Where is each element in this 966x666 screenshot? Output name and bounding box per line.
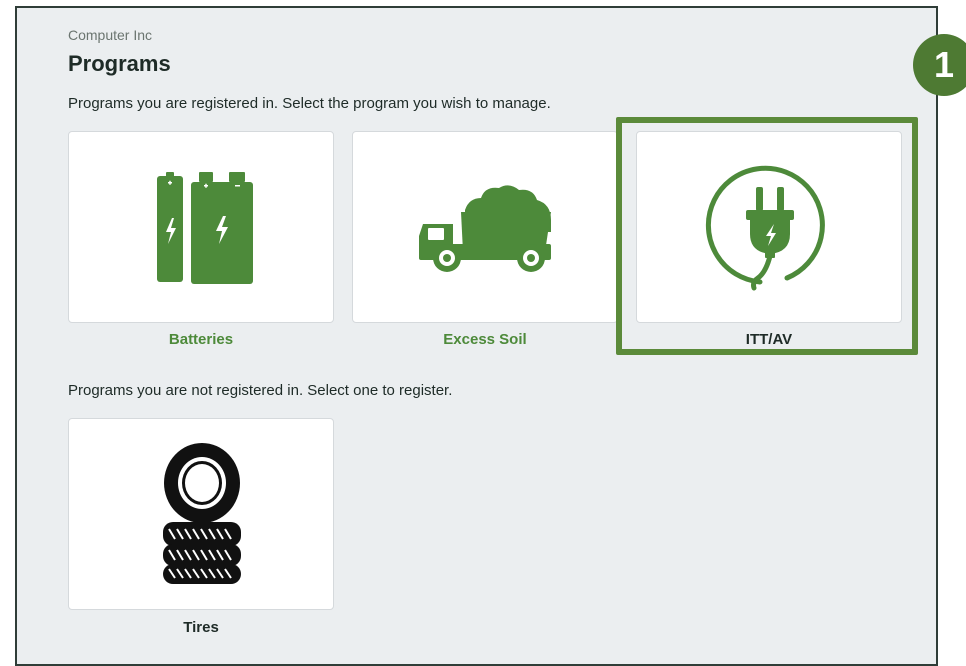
program-label-tires: Tires — [183, 619, 219, 636]
batteries-icon — [157, 172, 253, 284]
program-label-excess-soil: Excess Soil — [443, 331, 527, 348]
unregistered-instruction: Programs you are not registered in. Sele… — [68, 382, 453, 399]
tires-icon — [163, 443, 241, 584]
dump-truck-icon — [419, 185, 551, 272]
program-card-tires[interactable] — [68, 418, 334, 610]
itt-av-highlight-box — [616, 117, 918, 355]
page-title: Programs — [68, 51, 171, 76]
step-number-badge: 1 — [913, 34, 966, 96]
program-card-batteries[interactable] — [68, 131, 334, 323]
company-name: Computer Inc — [68, 27, 153, 43]
program-label-batteries: Batteries — [168, 331, 234, 348]
program-card-excess-soil[interactable] — [352, 131, 618, 323]
registered-instruction: Programs you are registered in. Select t… — [68, 95, 551, 112]
